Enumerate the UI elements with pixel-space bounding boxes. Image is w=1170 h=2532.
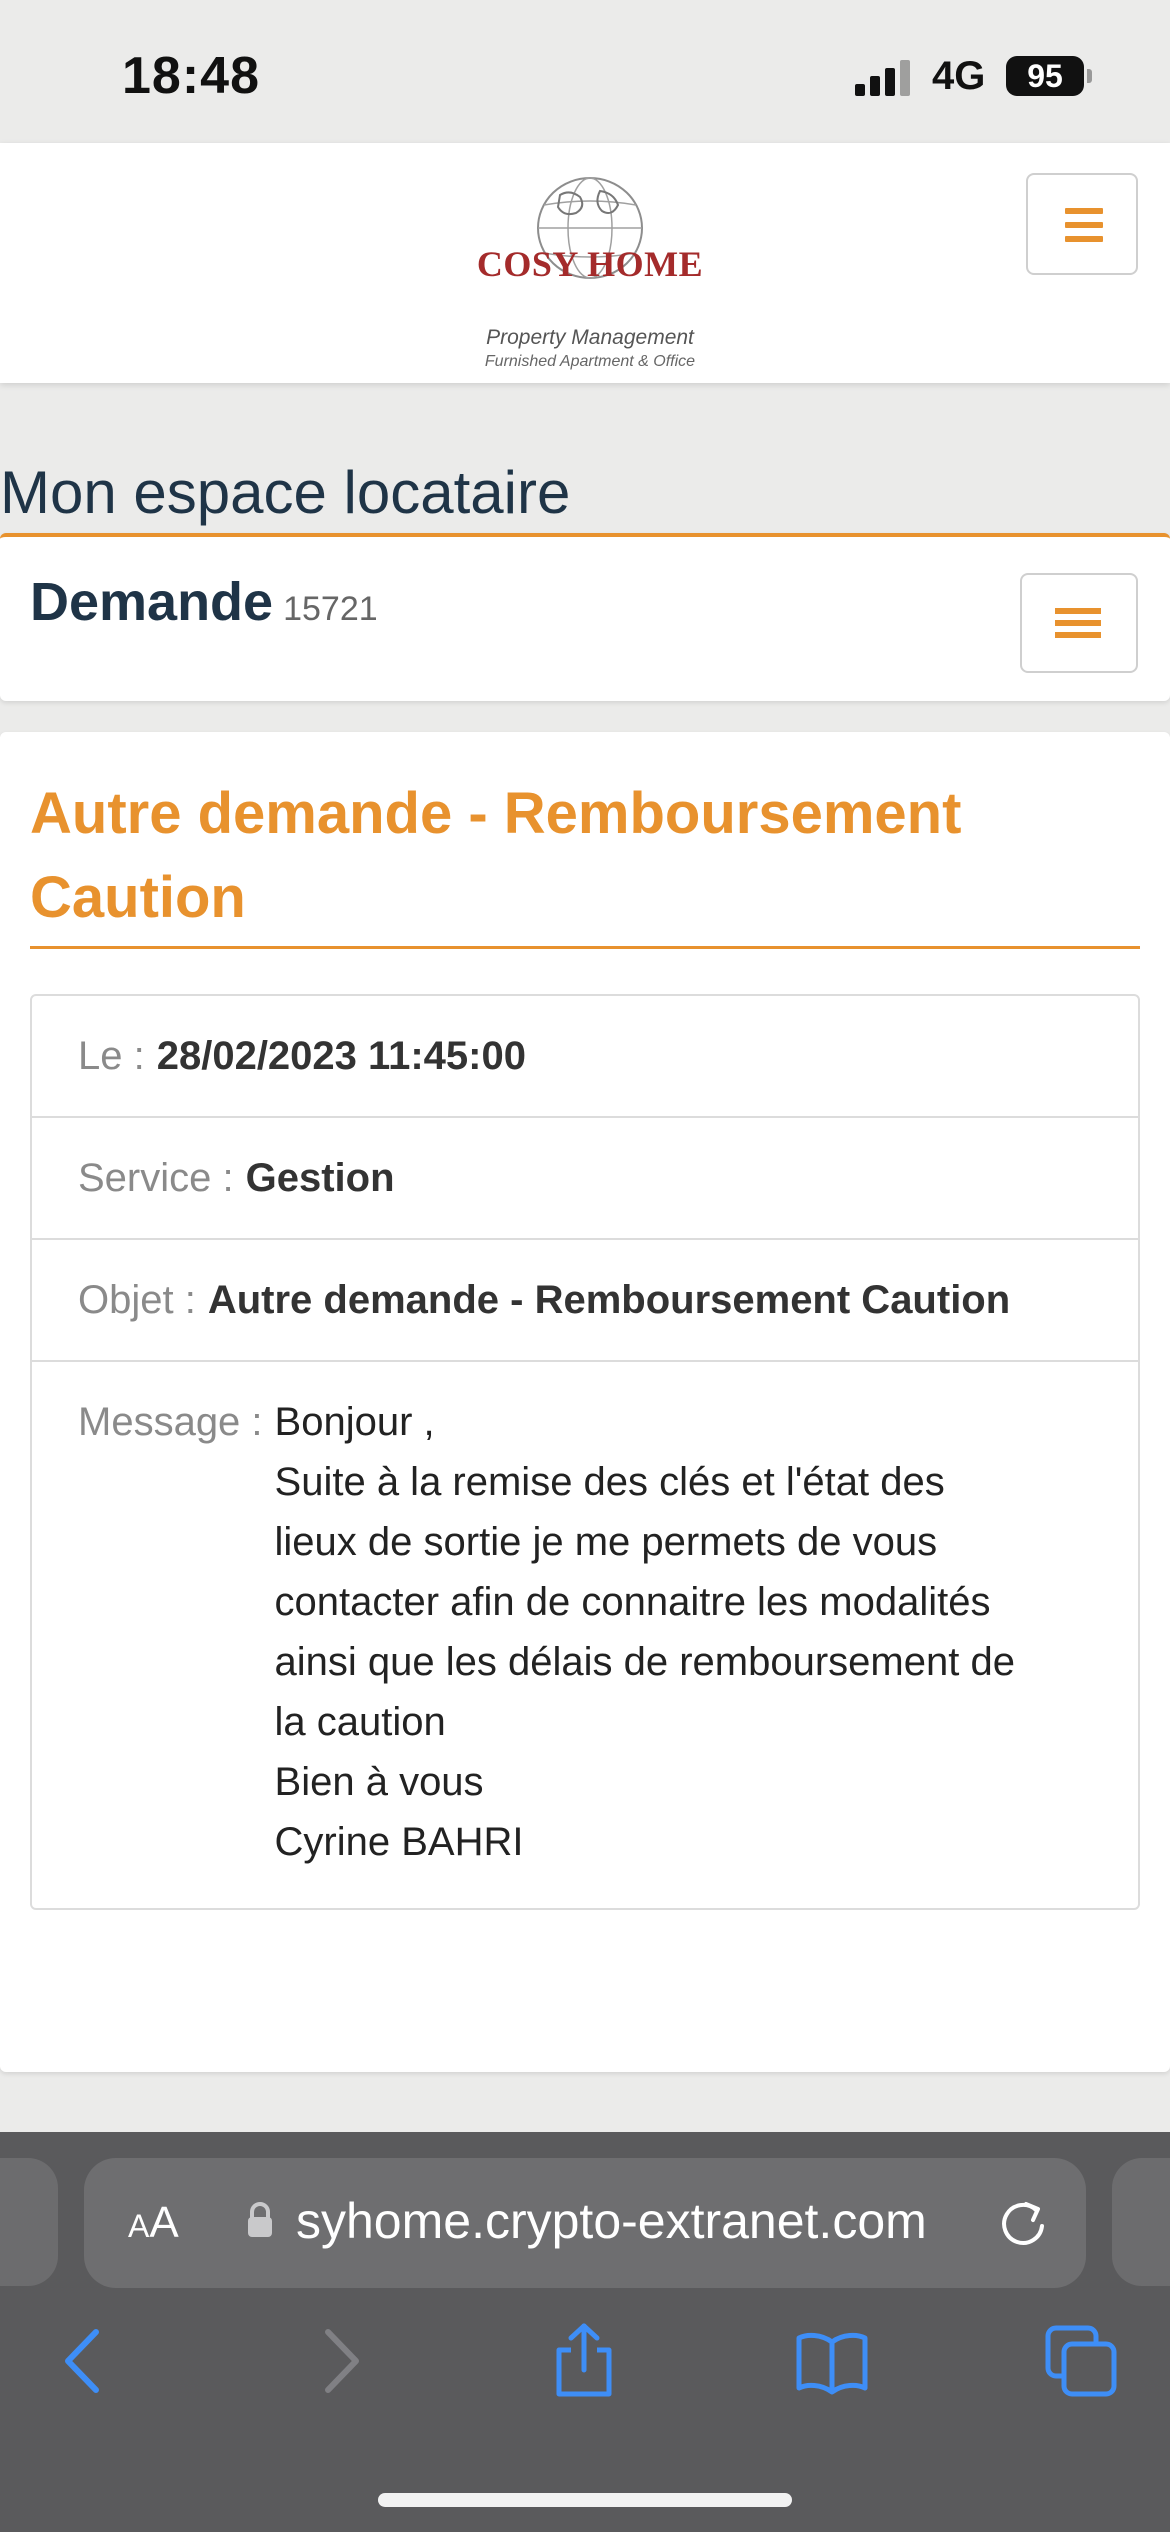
hamburger-icon: [1065, 236, 1103, 242]
demande-number: 15721: [283, 590, 378, 628]
page-title: Mon espace locataire: [0, 459, 571, 526]
detail-row-service: Service : Gestion: [32, 1118, 1138, 1240]
menu-button[interactable]: [1026, 173, 1138, 275]
detail-label: Message :: [78, 1400, 263, 1444]
reload-icon[interactable]: [996, 2196, 1050, 2250]
message-body: Bonjour , Suite à la remise des clés et …: [275, 1392, 1015, 1872]
detail-label: Objet :: [78, 1278, 196, 1322]
demande-label: Demande: [30, 572, 274, 632]
list-icon: [1061, 608, 1101, 614]
detail-value: Gestion: [245, 1156, 395, 1200]
message-line: la caution: [274, 1700, 446, 1744]
site-header: COSY HOME Property Management Furnished …: [0, 143, 1170, 383]
bookmarks-icon[interactable]: [793, 2322, 871, 2400]
message-line: Bien à vous: [274, 1760, 484, 1804]
forward-icon[interactable]: [298, 2322, 376, 2400]
list-icon: [1061, 620, 1101, 626]
text-size-button[interactable]: AA: [128, 2198, 179, 2248]
status-time: 18:48: [122, 47, 260, 105]
address-bar[interactable]: AA syhome.crypto-extranet.com: [84, 2158, 1086, 2288]
detail-value: 28/02/2023 11:45:00: [156, 1034, 526, 1078]
hamburger-icon: [1065, 222, 1103, 228]
hamburger-icon: [1065, 208, 1103, 214]
message-line: lieux de sortie je me permets de vous: [274, 1520, 938, 1564]
tabs-icon[interactable]: [1042, 2322, 1120, 2400]
previous-tab[interactable]: [0, 2158, 58, 2286]
demande-card: Demande 15721: [0, 533, 1170, 701]
detail-label: Le :: [78, 1034, 145, 1078]
detail-row-subject: Objet : Autre demande - Remboursement Ca…: [32, 1240, 1138, 1362]
status-bar: 18:48 4G 95: [0, 0, 1170, 143]
back-icon[interactable]: [48, 2322, 126, 2400]
message-line: Cyrine BAHRI: [274, 1820, 524, 1864]
request-panel: Autre demande - Remboursement Caution Le…: [0, 732, 1170, 2072]
lock-icon: [248, 2202, 272, 2237]
detail-row-message: Message : Bonjour , Suite à la remise de…: [32, 1362, 1138, 1908]
detail-row-date: Le : 28/02/2023 11:45:00: [32, 996, 1138, 1118]
request-details: Le : 28/02/2023 11:45:00 Service : Gesti…: [30, 994, 1140, 1910]
demande-title: Demande 15721: [30, 571, 378, 633]
logo[interactable]: COSY HOME Property Management Furnished …: [470, 173, 710, 370]
logo-brand: COSY HOME: [476, 244, 704, 284]
battery-tip: [1087, 69, 1092, 83]
text-size-label: A: [149, 2198, 179, 2247]
battery-icon: 95: [1006, 56, 1084, 96]
message-line: Bonjour ,: [274, 1400, 435, 1444]
next-tab[interactable]: [1112, 2158, 1170, 2286]
browser-bar: AA syhome.crypto-extranet.com: [0, 2132, 1170, 2532]
detail-value: Autre demande - Remboursement Caution: [207, 1278, 1011, 1322]
logo-tagline: Property Management: [486, 326, 694, 349]
logo-subtagline: Furnished Apartment & Office: [484, 353, 696, 370]
network-type: 4G: [932, 54, 986, 98]
message-line: Suite à la remise des clés et l'état des: [274, 1460, 945, 1504]
detail-label: Service :: [78, 1156, 234, 1200]
signal-icon: [855, 58, 915, 96]
message-line: contacter afin de connaitre les modalité…: [274, 1580, 991, 1624]
list-button[interactable]: [1020, 573, 1138, 673]
home-indicator[interactable]: [378, 2493, 792, 2507]
list-icon: [1061, 632, 1101, 638]
message-line: ainsi que les délais de remboursement de: [274, 1640, 1015, 1684]
url-text: syhome.crypto-extranet.com: [296, 2193, 927, 2249]
request-title: Autre demande - Remboursement Caution: [30, 772, 1140, 949]
share-icon[interactable]: [545, 2322, 623, 2400]
